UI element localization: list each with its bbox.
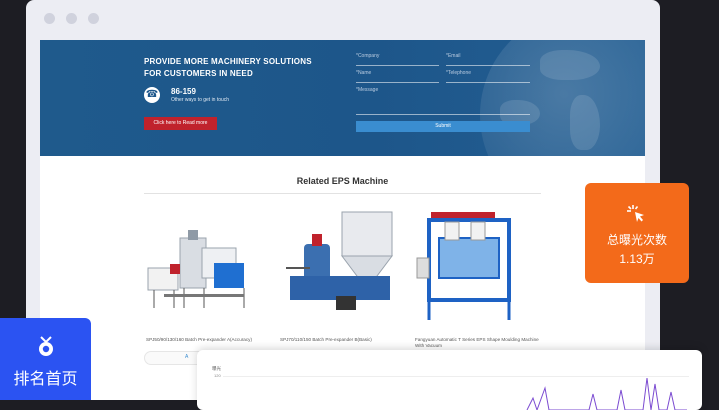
medal-icon [39, 336, 53, 356]
window-dot[interactable] [88, 13, 99, 24]
product-caption[interactable]: SPJ50/90/130/160 Batch Pre-expander A(Ac… [146, 337, 276, 343]
window-dot[interactable] [66, 13, 77, 24]
company-field[interactable]: *Company [356, 52, 439, 66]
section-title: Related EPS Machine [296, 176, 389, 186]
email-field[interactable]: *Email [446, 52, 530, 66]
ranking-badge: 排名首页 [0, 318, 91, 400]
divider [144, 193, 541, 194]
read-more-button[interactable]: Click here to Read more [144, 117, 217, 130]
web-page: PROVIDE MORE MACHINERY SOLUTIONS FOR CUS… [40, 40, 645, 400]
banner-title: PROVIDE MORE MACHINERY SOLUTIONS FOR CUS… [144, 57, 312, 78]
ranking-label: 排名首页 [13, 371, 78, 388]
phone-number[interactable]: 86-159 [171, 87, 196, 96]
strip-label: A [185, 354, 189, 360]
exposure-label: 总曝光次数 [606, 233, 667, 247]
window-controls [44, 13, 99, 24]
cursor-click-icon [627, 205, 644, 222]
exposure-chart-card: 曝光 120 [197, 350, 702, 410]
phone-subtitle: Other ways to get in touch [171, 97, 230, 103]
window-dot[interactable] [44, 13, 55, 24]
exposure-value: 1.13万 [619, 252, 655, 266]
message-field[interactable]: *Message [356, 86, 530, 115]
product-image[interactable] [280, 208, 404, 328]
submit-button[interactable]: Submit [356, 121, 530, 132]
name-field[interactable]: *Name [356, 69, 439, 83]
phone-icon: ☎ [144, 87, 160, 103]
product-caption[interactable]: Fangyuan Automatic T Series EPS Shape Mo… [415, 337, 545, 349]
product-image[interactable] [144, 208, 268, 328]
product-image[interactable] [415, 208, 539, 328]
contact-banner: PROVIDE MORE MACHINERY SOLUTIONS FOR CUS… [40, 40, 645, 156]
exposure-chart [526, 377, 687, 410]
exposure-badge: 总曝光次数 1.13万 [585, 183, 689, 283]
telephone-field[interactable]: *Telephone [446, 69, 530, 83]
product-caption[interactable]: SPJ70/110/150 Batch Pre-expander B(Basic… [280, 337, 410, 343]
